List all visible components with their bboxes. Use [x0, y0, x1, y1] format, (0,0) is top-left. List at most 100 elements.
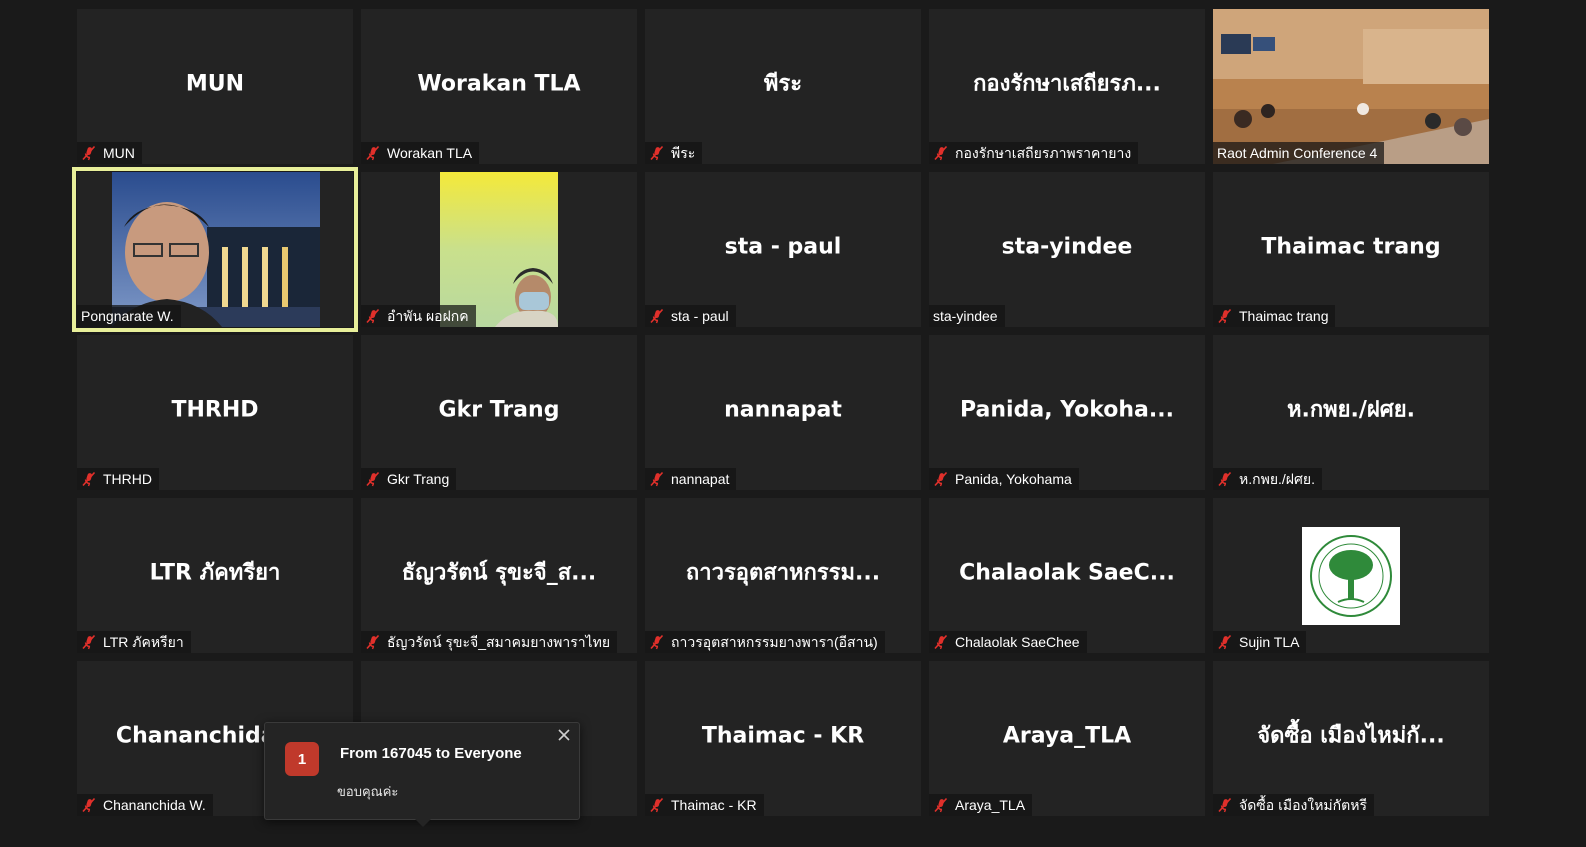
muted-mic-icon [934, 145, 948, 161]
participant-tile[interactable]: พีระ พีระ [645, 9, 921, 164]
participant-tile[interactable]: sta-yindee sta-yindee [929, 172, 1205, 327]
muted-mic-icon [1218, 471, 1232, 487]
muted-mic-icon [934, 634, 948, 650]
participant-tile[interactable]: กองรักษาเสถียรภ... กองรักษาเสถียรภาพราคาย… [929, 9, 1205, 164]
muted-mic-icon [1218, 797, 1232, 813]
participant-name: ถาวรอุตสาหกรรมยางพารา(อีสาน) [671, 634, 878, 650]
participant-tile[interactable]: ห.กพย./ฝศย. ห.กพย./ฝศย. [1213, 335, 1489, 490]
muted-mic-icon [650, 634, 664, 650]
participant-name: Gkr Trang [387, 471, 450, 487]
participant-display-name: THRHD [171, 397, 259, 422]
profile-logo [1213, 498, 1489, 653]
participant-name-label: LTR ภัคหรียา [77, 631, 191, 653]
participant-name-label: Panida, Yokohama [929, 468, 1079, 490]
participant-tile[interactable]: Panida, Yokoha... Panida, Yokohama [929, 335, 1205, 490]
participant-display-name: พีระ [763, 70, 803, 96]
muted-mic-icon [82, 471, 96, 487]
participant-display-name: ธัญวรัตน์ รุขะจี_ส... [401, 559, 597, 585]
participant-gallery: MUN MUN Worakan TLA Worakan TLA พีระ พีระ กองร… [72, 9, 1509, 835]
participant-tile[interactable]: จัดซื้อ เมืองไหม่กั... จัดซื้อ เมืองใหม่ก… [1213, 661, 1489, 816]
participant-name-label: THRHD [77, 468, 159, 490]
participant-tile[interactable]: อำพัน ผอฝกค [361, 172, 637, 327]
participant-name-label: Chalaolak SaeChee [929, 631, 1087, 653]
participant-name-label: Sujin TLA [1213, 631, 1307, 653]
participant-tile[interactable]: Chalaolak SaeC... Chalaolak SaeChee [929, 498, 1205, 653]
participant-display-name: Thaimac - KR [701, 723, 865, 748]
muted-mic-icon [366, 145, 380, 161]
participant-name-label: จัดซื้อ เมืองใหม่กัตหรี [1213, 794, 1374, 816]
muted-mic-icon [82, 145, 96, 161]
participant-display-name: MUN [185, 71, 245, 96]
participant-name-label: Worakan TLA [361, 142, 480, 164]
muted-mic-icon [650, 797, 664, 813]
participant-display-name: Thaimac trang [1261, 234, 1441, 259]
participant-display-name: จัดซื้อ เมืองไหม่กั... [1257, 722, 1445, 748]
chat-sender: From 167045 to Everyone [340, 745, 522, 762]
participant-display-name: Chalaolak SaeC... [959, 560, 1175, 585]
participant-name: Panida, Yokohama [955, 471, 1072, 487]
participant-tile[interactable]: Raot Admin Conference 4 [1213, 9, 1489, 164]
participant-tile[interactable]: ถาวรอุตสาหกรรม... ถาวรอุตสาหกรรมยางพารา(อ… [645, 498, 921, 653]
muted-mic-icon [934, 797, 948, 813]
chat-notification[interactable]: 1 From 167045 to Everyone ขอบคุณค่ะ [264, 722, 580, 827]
participant-display-name: ถาวรอุตสาหกรรม... [685, 559, 881, 585]
participant-name-label: Gkr Trang [361, 468, 457, 490]
unread-count-badge: 1 [285, 742, 319, 776]
participant-display-name: sta-yindee [1001, 234, 1133, 259]
muted-mic-icon [366, 308, 380, 324]
participant-name-label: อำพัน ผอฝกค [361, 305, 476, 327]
participant-tile[interactable]: nannapat nannapat [645, 335, 921, 490]
participant-name-label: Araya_TLA [929, 794, 1033, 816]
participant-tile[interactable]: MUN MUN [77, 9, 353, 164]
participant-name: พีระ [671, 145, 696, 161]
camera-feed [77, 172, 353, 327]
muted-mic-icon [366, 471, 380, 487]
participant-name-label: sta - paul [645, 305, 736, 327]
participant-name: Raot Admin Conference 4 [1217, 145, 1378, 161]
participant-name-label: ธัญวรัตน์ รุขะจี_สมาคมยางพาราไทย [361, 631, 618, 653]
participant-tile[interactable]: Pongnarate W. [72, 167, 358, 332]
participant-name: THRHD [103, 471, 152, 487]
participant-name: จัดซื้อ เมืองใหม่กัตหรี [1239, 797, 1367, 813]
participant-name-label: Thaimac - KR [645, 794, 764, 816]
participant-name-label: Pongnarate W. [77, 305, 181, 327]
participant-name: ห.กพย./ฝศย. [1239, 471, 1315, 487]
participant-name: ธัญวรัตน์ รุขะจี_สมาคมยางพาราไทย [387, 634, 611, 650]
participant-name-label: MUN [77, 142, 142, 164]
participant-display-name: Araya_TLA [1002, 723, 1132, 748]
participant-tile[interactable]: Gkr Trang Gkr Trang [361, 335, 637, 490]
participant-name-label: พีระ [645, 142, 703, 164]
participant-tile[interactable]: Thaimac trang Thaimac trang [1213, 172, 1489, 327]
participant-name: Worakan TLA [387, 145, 473, 161]
participant-display-name: Panida, Yokoha... [960, 397, 1174, 422]
participant-name: sta - paul [671, 308, 729, 324]
participant-tile[interactable]: THRHD THRHD [77, 335, 353, 490]
participant-name: กองรักษาเสถียรภาพราคายาง [955, 145, 1132, 161]
participant-tile[interactable]: Worakan TLA Worakan TLA [361, 9, 637, 164]
participant-name: MUN [103, 145, 135, 161]
participant-name: sta-yindee [933, 308, 998, 324]
participant-name: LTR ภัคหรียา [103, 634, 184, 650]
participant-display-name: sta - paul [724, 234, 842, 259]
muted-mic-icon [650, 471, 664, 487]
participant-display-name: Gkr Trang [438, 397, 560, 422]
participant-name-label: nannapat [645, 468, 737, 490]
participant-tile[interactable]: Araya_TLA Araya_TLA [929, 661, 1205, 816]
participant-tile[interactable]: ธัญวรัตน์ รุขะจี_ส... ธัญวรัตน์ รุขะจี_สม… [361, 498, 637, 653]
muted-mic-icon [934, 471, 948, 487]
participant-name-label: ถาวรอุตสาหกรรมยางพารา(อีสาน) [645, 631, 885, 653]
participant-name: Chananchida W. [103, 797, 206, 813]
participant-name-label: Chananchida W. [77, 794, 213, 816]
close-icon[interactable] [557, 728, 571, 742]
participant-name: nannapat [671, 471, 730, 487]
participant-name: Thaimac - KR [671, 797, 757, 813]
participant-tile[interactable]: LTR ภัคทรียา LTR ภัคหรียา [77, 498, 353, 653]
participant-name-label: Raot Admin Conference 4 [1213, 142, 1385, 164]
participant-display-name: LTR ภัคทรียา [149, 559, 281, 585]
participant-tile[interactable]: Thaimac - KR Thaimac - KR [645, 661, 921, 816]
muted-mic-icon [1218, 308, 1232, 324]
participant-name-label: Thaimac trang [1213, 305, 1336, 327]
muted-mic-icon [650, 308, 664, 324]
participant-tile[interactable]: Sujin TLA [1213, 498, 1489, 653]
participant-tile[interactable]: sta - paul sta - paul [645, 172, 921, 327]
